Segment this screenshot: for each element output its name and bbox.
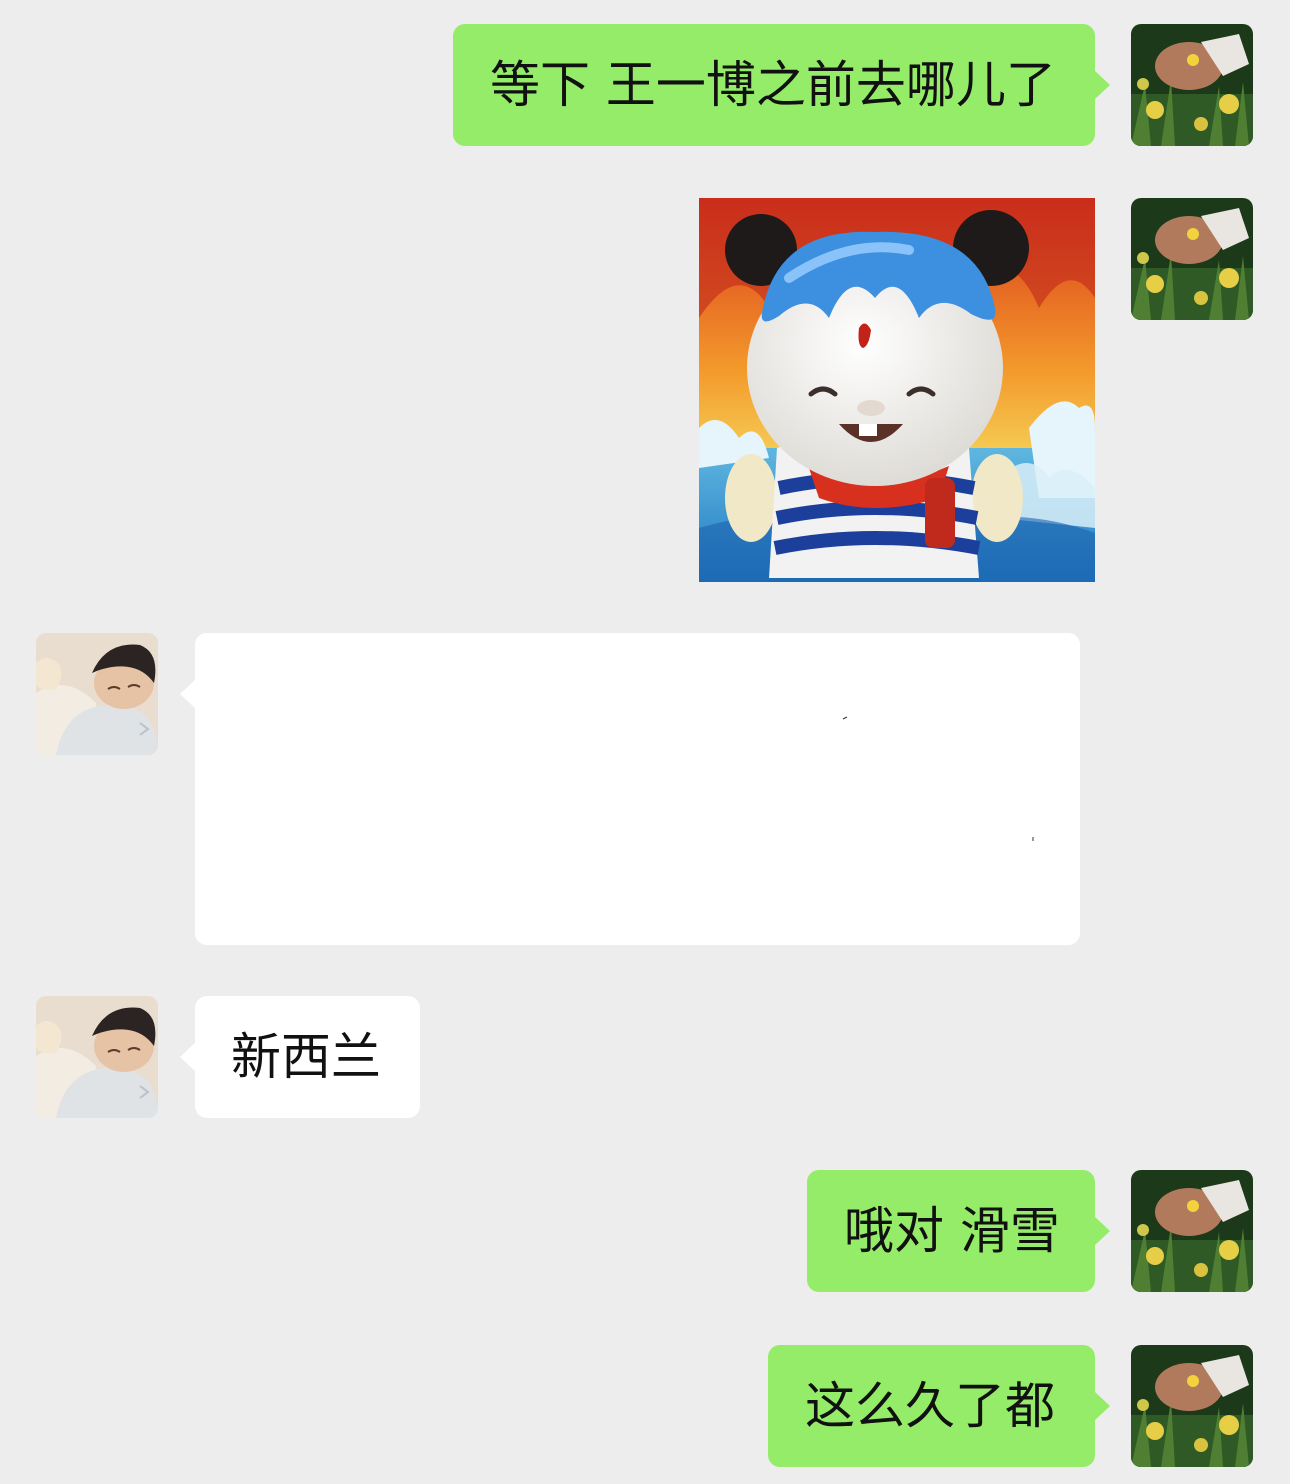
message-bubble-self[interactable]: 等下 王一博之前去哪儿了 bbox=[453, 24, 1110, 146]
self-avatar[interactable] bbox=[1131, 1345, 1253, 1467]
bubble-tail bbox=[180, 1042, 196, 1072]
flower-avatar-icon bbox=[1131, 24, 1253, 146]
bubble-tail bbox=[1094, 70, 1110, 100]
flower-avatar-icon bbox=[1131, 1170, 1253, 1292]
sleeping-person-avatar-icon bbox=[36, 996, 158, 1118]
self-avatar[interactable] bbox=[1131, 198, 1253, 320]
bubble-tail bbox=[1094, 1391, 1110, 1421]
message-text: 这么久了都 bbox=[805, 1377, 1055, 1435]
bubble-tail bbox=[180, 679, 196, 709]
message-text: 等下 王一博之前去哪儿了 bbox=[490, 56, 1056, 114]
message-text: 新西兰 bbox=[231, 1028, 381, 1086]
contact-avatar[interactable] bbox=[36, 633, 158, 755]
image-message[interactable] bbox=[180, 633, 1080, 945]
sticker-image[interactable] bbox=[699, 198, 1095, 582]
self-avatar[interactable] bbox=[1131, 24, 1253, 146]
message-bubble-other[interactable]: 新西兰 bbox=[180, 996, 420, 1118]
blank-white-image-icon bbox=[195, 633, 1080, 945]
bubble-tail bbox=[1094, 1216, 1110, 1246]
flower-avatar-icon bbox=[1131, 1345, 1253, 1467]
message-text: 哦对 滑雪 bbox=[844, 1202, 1060, 1260]
self-avatar[interactable] bbox=[1131, 1170, 1253, 1292]
water-bear-sticker-icon bbox=[699, 198, 1095, 582]
message-bubble-self[interactable]: 这么久了都 bbox=[768, 1345, 1110, 1467]
sleeping-person-avatar-icon bbox=[36, 633, 158, 755]
flower-avatar-icon bbox=[1131, 198, 1253, 320]
message-bubble-self[interactable]: 哦对 滑雪 bbox=[807, 1170, 1110, 1292]
contact-avatar[interactable] bbox=[36, 996, 158, 1118]
